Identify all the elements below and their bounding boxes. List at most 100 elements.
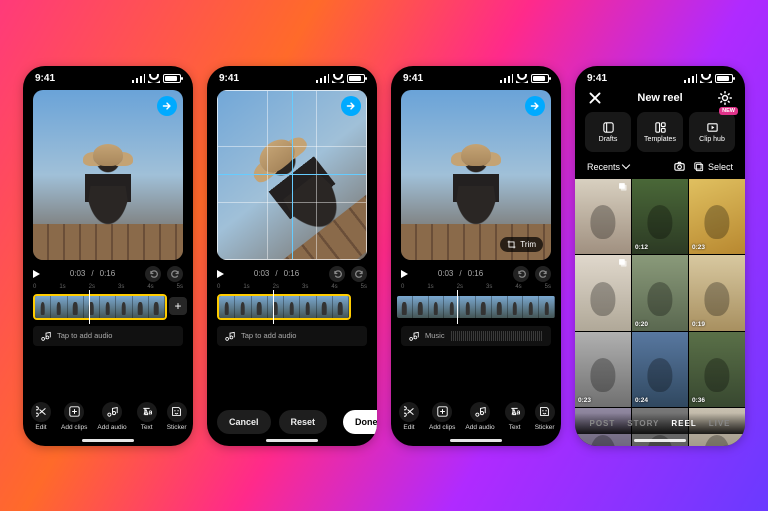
card-label: Drafts	[599, 136, 618, 143]
audio-track[interactable]: Tap to add audio	[33, 326, 183, 346]
tool-text[interactable]: Text	[133, 399, 161, 434]
sticker-icon	[167, 402, 187, 422]
editor-toolbar: EditAdd clipsAdd audioTextStickerVoiceov…	[391, 399, 561, 434]
capture-modes: POST STORY REEL LIVE	[575, 413, 745, 434]
signal-icon	[132, 74, 145, 83]
add-clip-button[interactable]: +	[169, 297, 187, 315]
undo-button[interactable]	[513, 266, 529, 282]
media-cell[interactable]: 0:36	[689, 332, 745, 408]
clip-thumbs[interactable]	[395, 294, 557, 320]
clip-strip[interactable]: +	[23, 292, 193, 322]
album-header: Recents Select	[575, 152, 745, 179]
mode-story[interactable]: STORY	[627, 419, 659, 428]
tool-label: Text	[141, 424, 153, 431]
stack-icon	[618, 182, 628, 192]
next-button[interactable]	[525, 96, 545, 116]
playhead[interactable]	[457, 290, 458, 324]
tool-sticker[interactable]: Sticker	[531, 399, 559, 434]
mode-reel[interactable]: REEL	[671, 419, 696, 428]
next-button[interactable]	[341, 96, 361, 116]
music-icon	[102, 402, 122, 422]
audio-prompt: Tap to add audio	[57, 331, 112, 340]
plus-box-icon	[64, 402, 84, 422]
trim-label: Trim	[520, 240, 536, 249]
media-cell[interactable]: 0:23	[575, 332, 631, 408]
plus-box-icon	[432, 402, 452, 422]
tool-sticker[interactable]: Sticker	[163, 399, 191, 434]
tool-label: Add clips	[61, 424, 87, 431]
playhead[interactable]	[89, 290, 90, 324]
time-elapsed: 0:03	[70, 269, 86, 278]
tool-addaudio[interactable]: Add audio	[93, 399, 130, 434]
status-indicators	[132, 74, 181, 83]
audio-track[interactable]: Tap to add audio	[217, 326, 367, 346]
wifi-icon	[332, 74, 344, 83]
multiselect-button[interactable]: Select	[694, 162, 733, 173]
media-cell[interactable]: 0:24	[632, 332, 688, 408]
media-duration: 0:23	[578, 397, 591, 404]
battery-icon	[715, 74, 733, 83]
mode-live[interactable]: LIVE	[709, 419, 731, 428]
home-indicator	[82, 439, 134, 442]
open-camera-button[interactable]	[673, 160, 686, 175]
new-badge: NEW	[719, 107, 738, 115]
media-cell[interactable]: 0:23	[689, 179, 745, 255]
reset-button[interactable]: Reset	[279, 410, 328, 434]
clip-strip[interactable]	[391, 292, 561, 322]
video-preview[interactable]	[33, 90, 183, 260]
media-cell[interactable]: 0:12	[632, 179, 688, 255]
tool-addclips[interactable]: Add clips	[57, 399, 91, 434]
media-cell[interactable]: 0:20	[632, 255, 688, 331]
settings-button[interactable]	[717, 90, 733, 106]
media-cell[interactable]	[575, 179, 631, 255]
card-cliphub[interactable]: NEWClip hub	[689, 112, 735, 152]
cancel-button[interactable]: Cancel	[217, 410, 271, 434]
redo-button[interactable]	[351, 266, 367, 282]
chevron-down-icon	[622, 161, 630, 169]
mode-post[interactable]: POST	[589, 419, 615, 428]
text-icon	[137, 402, 157, 422]
tool-label: Add audio	[97, 424, 126, 431]
play-button[interactable]	[401, 270, 408, 278]
tool-addclips[interactable]: Add clips	[425, 399, 459, 434]
card-templates[interactable]: Templates	[637, 112, 683, 152]
audio-track-music[interactable]: Music	[401, 326, 551, 346]
scissors-icon	[31, 402, 51, 422]
media-cell[interactable]	[575, 255, 631, 331]
clip-selection[interactable]	[33, 294, 167, 320]
clip-selection[interactable]	[217, 294, 351, 320]
undo-button[interactable]	[145, 266, 161, 282]
wifi-icon	[700, 74, 712, 83]
trim-chip[interactable]: Trim	[500, 237, 543, 252]
media-cell[interactable]: 0:19	[689, 255, 745, 331]
card-drafts[interactable]: Drafts	[585, 112, 631, 152]
tool-edit[interactable]: Edit	[395, 399, 423, 434]
undo-button[interactable]	[329, 266, 345, 282]
video-preview[interactable]: Trim	[401, 90, 551, 260]
redo-button[interactable]	[167, 266, 183, 282]
tool-edit[interactable]: Edit	[27, 399, 55, 434]
phone-new-reel: 9:41 New reel DraftsTemplatesNEWClip hub…	[575, 66, 745, 446]
play-button[interactable]	[217, 270, 224, 278]
tool-label: Add audio	[465, 424, 494, 431]
tool-text[interactable]: Text	[501, 399, 529, 434]
tool-label: Text	[509, 424, 521, 431]
video-preview-crop[interactable]	[217, 90, 367, 260]
stack-icon	[618, 258, 628, 268]
media-duration: 0:24	[635, 397, 648, 404]
done-button[interactable]: Done	[343, 410, 377, 434]
playhead[interactable]	[273, 290, 274, 324]
media-duration: 0:36	[692, 397, 705, 404]
tool-addaudio[interactable]: Add audio	[461, 399, 498, 434]
play-button[interactable]	[33, 270, 40, 278]
status-time: 9:41	[219, 73, 239, 84]
redo-button[interactable]	[535, 266, 551, 282]
clip-strip[interactable]	[207, 292, 377, 322]
home-indicator	[634, 439, 686, 442]
preview-subject	[85, 144, 131, 260]
source-cards: Drafts TemplatesNEWClip hub	[575, 112, 745, 152]
album-picker[interactable]: Recents	[587, 162, 629, 172]
close-button[interactable]	[587, 90, 603, 106]
signal-icon	[316, 74, 329, 83]
next-button[interactable]	[157, 96, 177, 116]
